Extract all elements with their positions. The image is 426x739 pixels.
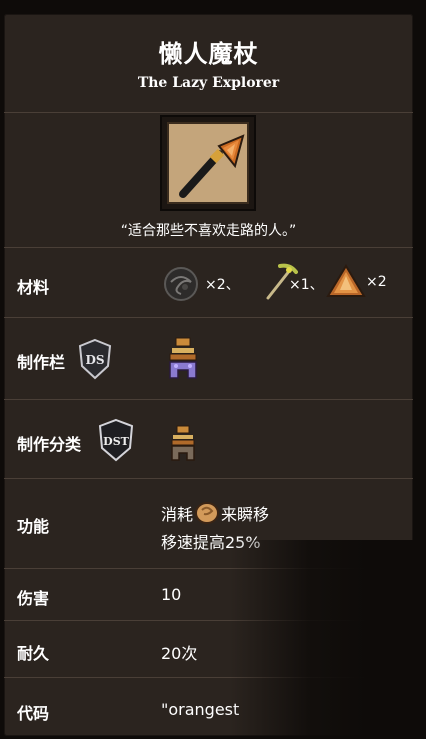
row-materials: 材料 ×2、 ×1、 ×2 bbox=[4, 248, 413, 318]
item-quote: “适合那些不喜欢走路的人。” bbox=[120, 223, 297, 239]
item-subtitle: The Lazy Explorer bbox=[137, 75, 280, 91]
row-craft-category: 制作分类 DST bbox=[4, 400, 413, 479]
row-label-damage: 伤害 bbox=[17, 589, 50, 608]
hunger-stomach-icon bbox=[194, 501, 220, 524]
durability-value: 20次 bbox=[161, 644, 198, 663]
ancient-pseudoscience-station-icon[interactable] bbox=[166, 336, 200, 386]
damage-value: 10 bbox=[161, 585, 182, 604]
row-label-durability: 耐久 bbox=[17, 644, 50, 663]
function-line-2: 移速提高25% bbox=[161, 533, 261, 552]
function-line-1: 消耗 来瞬移 bbox=[161, 501, 269, 525]
function-consume-text: 消耗 bbox=[161, 505, 194, 524]
row-damage: 伤害 10 bbox=[4, 569, 413, 621]
item-title: 懒人魔杖 bbox=[158, 40, 259, 68]
row-craft-tab: 制作栏 DS bbox=[4, 318, 413, 400]
item-image-frame bbox=[160, 115, 256, 211]
ds-badge-icon: DS bbox=[76, 338, 114, 384]
code-value: "orangest bbox=[161, 700, 240, 719]
function-teleport-text: 来瞬移 bbox=[221, 505, 270, 524]
orange-gem-icon[interactable] bbox=[326, 264, 366, 304]
dst-badge-text: DST bbox=[103, 435, 129, 448]
material-count: ×2 bbox=[366, 274, 387, 290]
row-label-craft-category: 制作分类 bbox=[17, 435, 82, 454]
row-label-craft-tab: 制作栏 bbox=[17, 353, 66, 372]
row-label-materials: 材料 bbox=[17, 278, 50, 297]
item-info-card: 懒人魔杖 The Lazy Explorer “适合那些不喜欢走路的人。” 材料 bbox=[4, 14, 413, 736]
row-label-code: 代码 bbox=[17, 704, 50, 723]
item-picture-row: “适合那些不喜欢走路的人。” bbox=[4, 113, 413, 248]
row-function: 功能 消耗 来瞬移 移速提高25% bbox=[4, 479, 413, 569]
row-label-function: 功能 bbox=[17, 517, 50, 536]
material-count: ×2、 bbox=[205, 277, 240, 293]
lazy-explorer-staff-icon bbox=[167, 122, 249, 204]
dst-badge-icon: DST bbox=[96, 418, 136, 466]
card-header: 懒人魔杖 The Lazy Explorer bbox=[4, 14, 413, 113]
ds-badge-text: DS bbox=[85, 353, 104, 367]
row-code: 代码 "orangest bbox=[4, 678, 413, 736]
row-durability: 耐久 20次 bbox=[4, 621, 413, 678]
nightmare-fuel-icon[interactable] bbox=[161, 264, 201, 308]
material-count: ×1、 bbox=[289, 277, 324, 293]
ancient-altar-icon[interactable] bbox=[169, 424, 197, 466]
